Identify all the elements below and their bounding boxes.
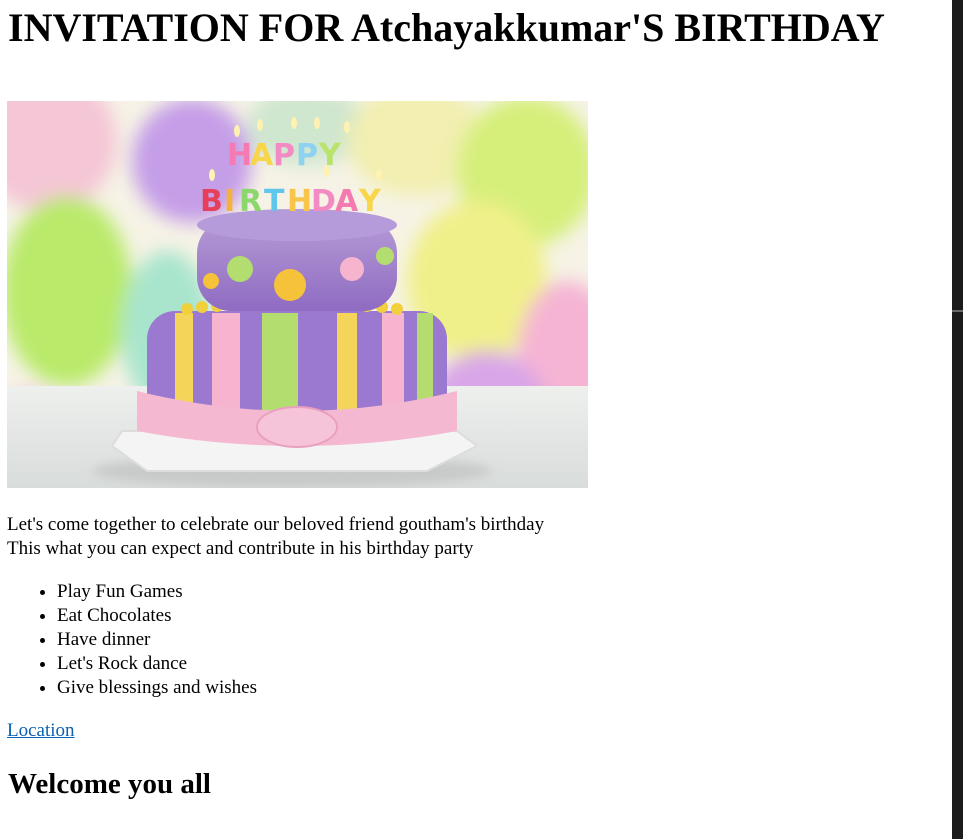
invitation-intro: Let's come together to celebrate our bel… — [7, 513, 544, 561]
closing-heading: Welcome you all — [8, 768, 211, 800]
svg-text:Y: Y — [318, 138, 342, 173]
list-item: Give blessings and wishes — [57, 676, 257, 700]
intro-line-2: This what you can expect and contribute … — [7, 538, 474, 559]
svg-text:P: P — [296, 138, 318, 173]
intro-line-1: Let's come together to celebrate our bel… — [7, 514, 545, 535]
list-item: Have dinner — [57, 628, 257, 652]
svg-text:B: B — [200, 184, 223, 219]
svg-text:R: R — [239, 184, 262, 219]
svg-text:Y: Y — [358, 184, 382, 219]
list-item: Eat Chocolates — [57, 604, 257, 628]
birthday-cake-image: H A P P Y B I R T H D A Y — [7, 101, 588, 488]
list-item: Play Fun Games — [57, 580, 257, 604]
svg-text:T: T — [264, 184, 285, 219]
svg-text:A: A — [250, 138, 274, 173]
svg-text:I: I — [224, 184, 235, 219]
location-link[interactable]: Location — [7, 719, 75, 743]
svg-text:H: H — [287, 184, 312, 219]
vertical-scrollbar[interactable] — [952, 0, 963, 839]
page-title: INVITATION FOR Atchayakkumar'S BIRTHDAY — [8, 5, 885, 50]
svg-text:P: P — [273, 138, 295, 173]
svg-text:D: D — [311, 184, 336, 219]
scrollbar-marker — [952, 310, 963, 312]
svg-text:H: H — [227, 138, 252, 173]
svg-text:A: A — [335, 184, 359, 219]
list-item: Let's Rock dance — [57, 652, 257, 676]
page: INVITATION FOR Atchayakkumar'S BIRTHDAY — [0, 0, 952, 839]
activities-list: Play Fun Games Eat Chocolates Have dinne… — [7, 580, 257, 700]
